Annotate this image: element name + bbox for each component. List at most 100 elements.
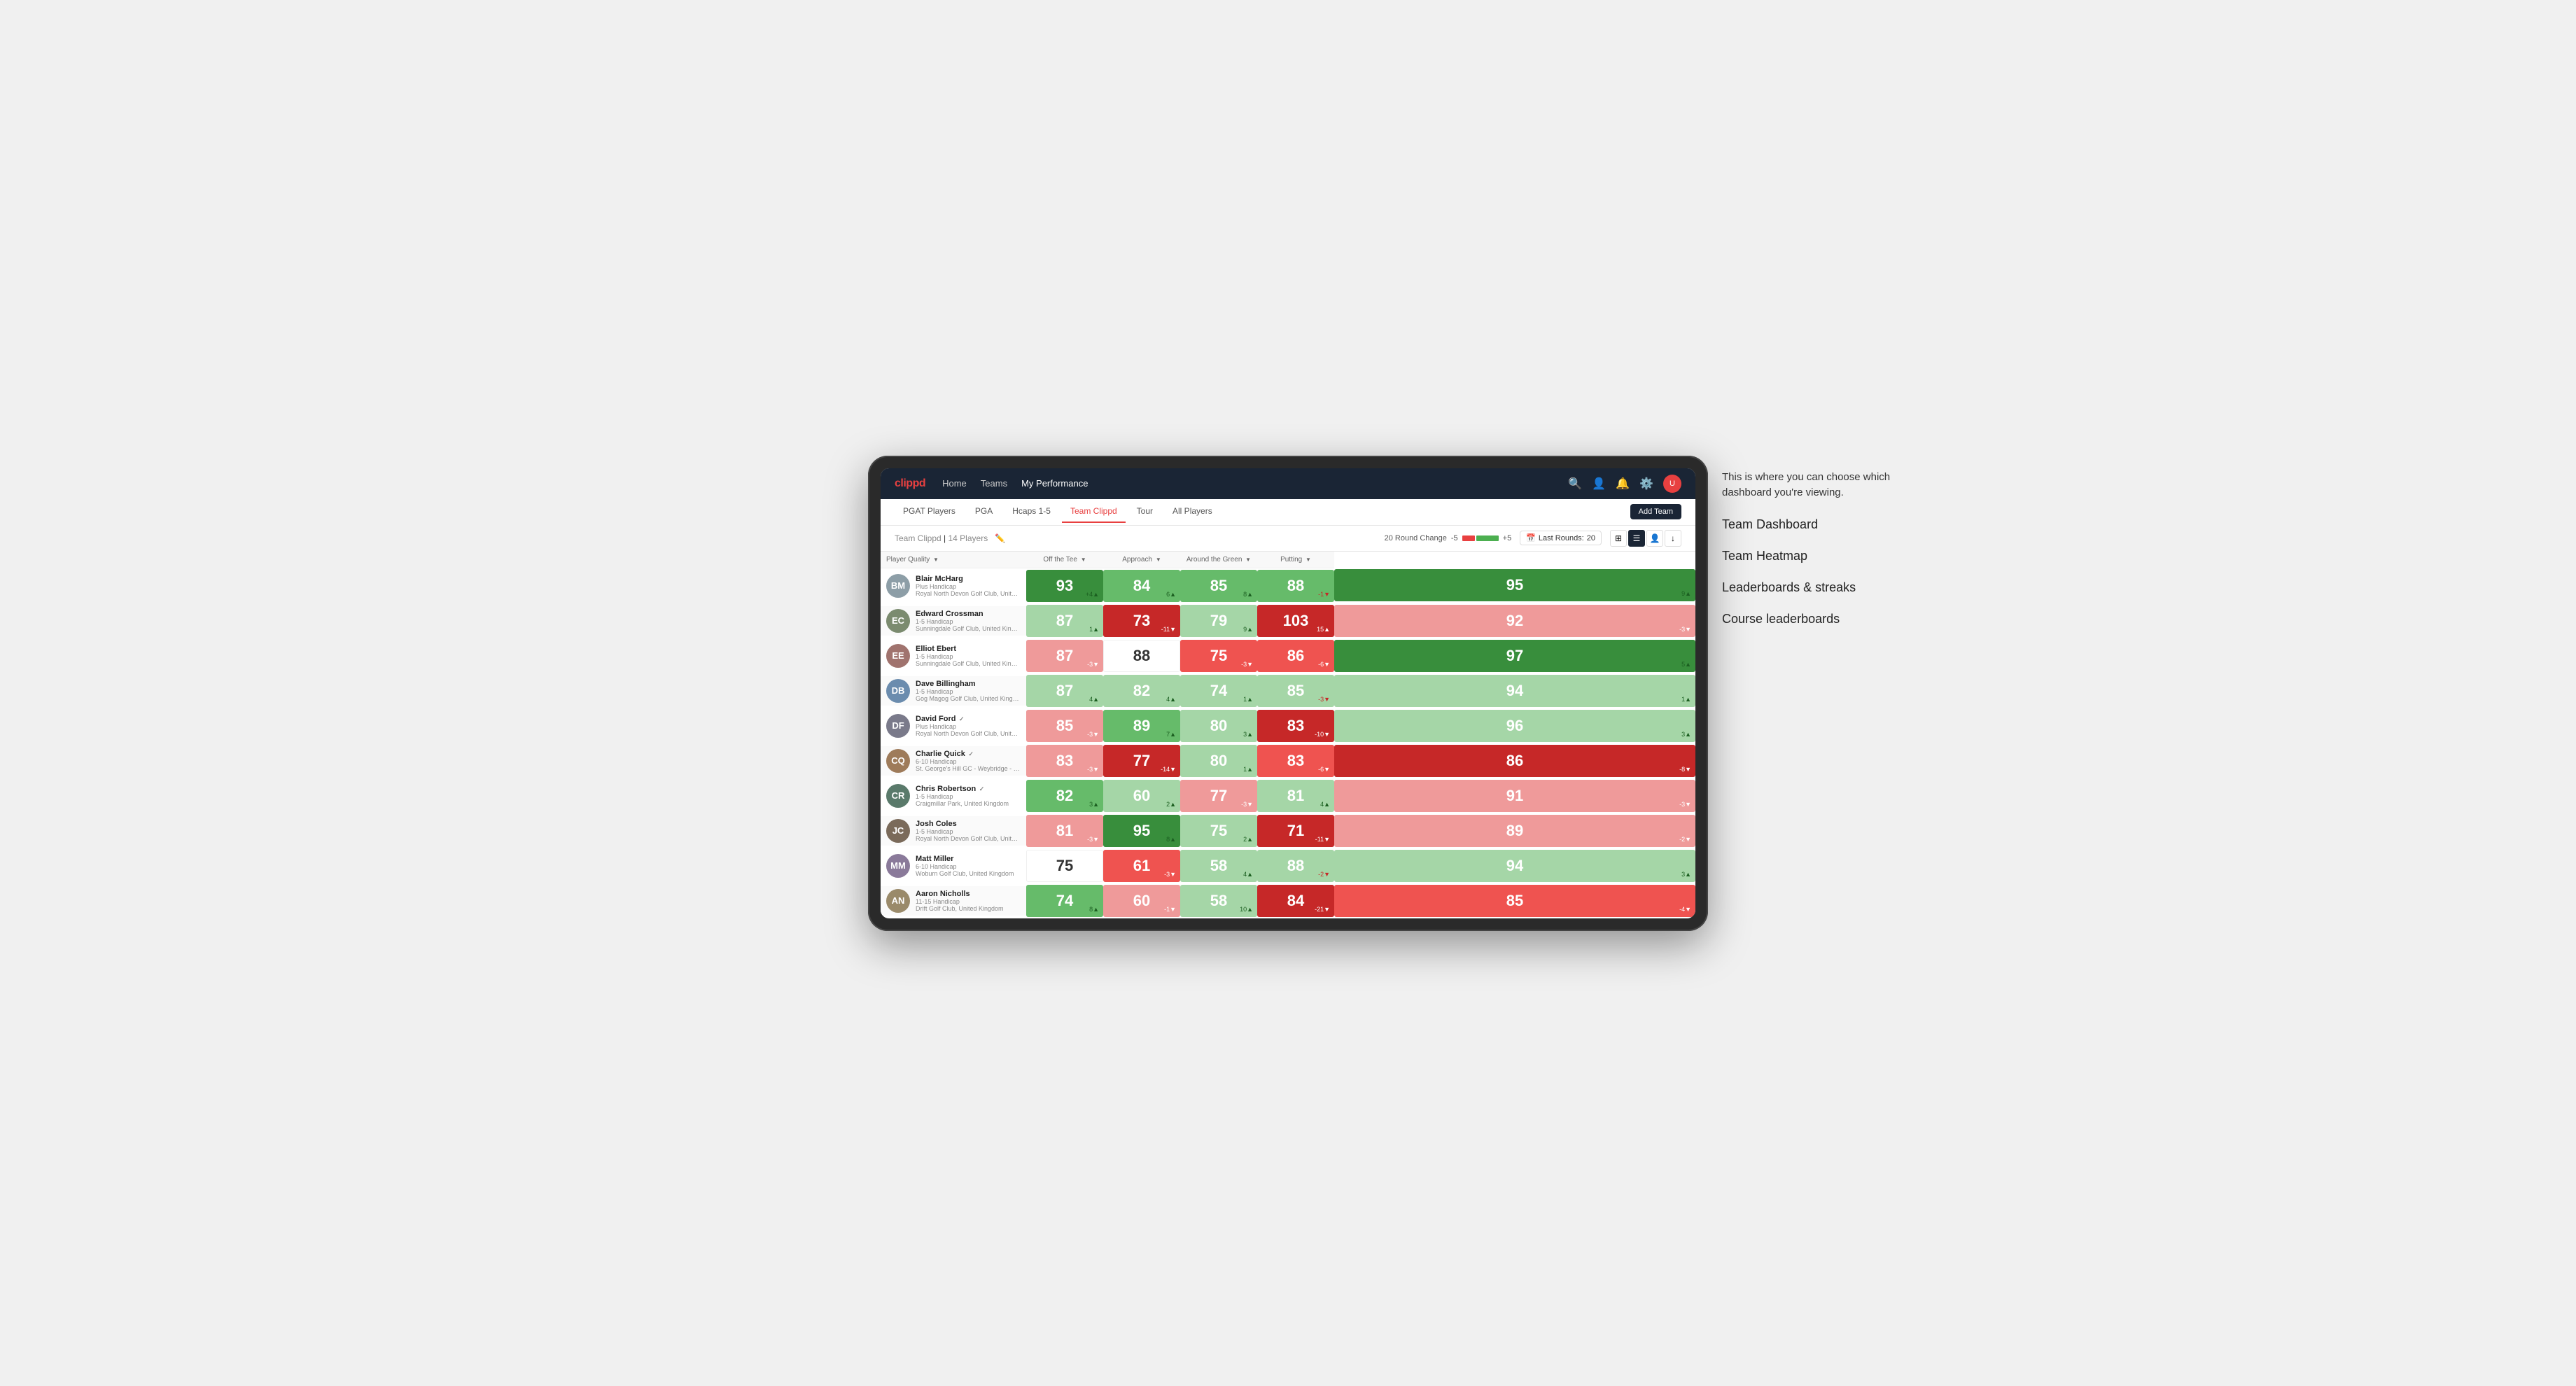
tab-all-players[interactable]: All Players [1164,500,1221,523]
nav-link-teams[interactable]: Teams [981,475,1007,491]
player-name: Elliot Ebert [916,645,1021,653]
score-box: 77 -14▼ [1103,745,1180,777]
player-info-cell[interactable]: JCJosh Coles1-5 HandicapRoyal North Devo… [881,816,1026,846]
sub-header: Team Clippd | 14 Players ✏️ 20 Round Cha… [881,526,1695,552]
score-cell: 91-3▼ [1334,778,1695,813]
table-row[interactable]: ANAaron Nicholls11-15 HandicapDrift Golf… [881,883,1695,918]
score-cell: 963▲ [1334,708,1695,743]
score-value: 84 [1133,577,1150,595]
tab-tour[interactable]: Tour [1128,500,1161,523]
edit-icon[interactable]: ✏️ [995,533,1005,543]
player-info-cell[interactable]: MMMatt Miller6-10 HandicapWoburn Golf Cl… [881,851,1026,881]
annotation-callout: This is where you can choose which dashb… [1722,470,1932,501]
score-box: 602▲ [1103,780,1180,812]
tab-pga[interactable]: PGA [967,500,1001,523]
score-change: +4▲ [1086,591,1099,598]
score-box: 958▲ [1103,815,1180,847]
add-team-button[interactable]: Add Team [1630,504,1681,519]
player-handicap: 1-5 Handicap [916,688,1021,695]
score-value: 73 [1133,612,1150,630]
score-box: 803▲ [1180,710,1257,742]
table-row[interactable]: MMMatt Miller6-10 HandicapWoburn Golf Cl… [881,848,1695,883]
nav-link-home[interactable]: Home [942,475,967,491]
score-cell: 803▲ [1180,708,1257,743]
tablet-screen: clippd Home Teams My Performance 🔍 👤 🔔 ⚙… [881,468,1695,918]
player-club: Woburn Golf Club, United Kingdom [916,870,1014,877]
player-text-info: Aaron Nicholls11-15 HandicapDrift Golf C… [916,890,1004,912]
player-info-cell[interactable]: ANAaron Nicholls11-15 HandicapDrift Golf… [881,886,1026,916]
score-box: 60-1▼ [1103,885,1180,917]
player-info-cell[interactable]: ECEdward Crossman1-5 HandicapSunningdale… [881,606,1026,636]
team-name: Team Clippd | 14 Players [895,533,988,543]
table-row[interactable]: JCJosh Coles1-5 HandicapRoyal North Devo… [881,813,1695,848]
table-row[interactable]: CQCharlie Quick ✓6-10 HandicapSt. George… [881,743,1695,778]
tab-team-clippd[interactable]: Team Clippd [1062,500,1126,523]
score-box: 86-6▼ [1257,640,1334,672]
player-text-info: Charlie Quick ✓6-10 HandicapSt. George's… [916,750,1021,772]
score-value: 77 [1133,752,1150,770]
settings-icon[interactable]: ⚙️ [1639,477,1653,491]
player-handicap: 1-5 Handicap [916,828,1021,835]
score-cell: 801▲ [1180,743,1257,778]
view-download-icon[interactable]: ↓ [1665,530,1681,547]
score-cell: 77 -14▼ [1103,743,1180,778]
verified-icon: ✓ [967,750,974,757]
view-person-icon[interactable]: 👤 [1646,530,1663,547]
tab-pgat-players[interactable]: PGAT Players [895,500,964,523]
table-row[interactable]: ECEdward Crossman1-5 HandicapSunningdale… [881,603,1695,638]
score-value: 75 [1210,647,1227,665]
avatar[interactable]: U [1663,475,1681,493]
verified-icon: ✓ [977,785,984,792]
player-text-info: Edward Crossman1-5 HandicapSunningdale G… [916,610,1021,632]
player-cell-container: ECEdward Crossman1-5 HandicapSunningdale… [881,603,1026,638]
score-box: 84 -21▼ [1257,885,1334,917]
score-change: 3▲ [1089,801,1099,808]
score-value: 80 [1210,717,1227,735]
score-change: 5▲ [1681,661,1691,668]
view-grid-icon[interactable]: ⊞ [1610,530,1627,547]
person-icon[interactable]: 👤 [1592,477,1606,491]
score-change: 4▲ [1243,871,1253,878]
player-info-cell[interactable]: DBDave Billingham1-5 HandicapGog Magog G… [881,676,1026,706]
table-row[interactable]: DBDave Billingham1-5 HandicapGog Magog G… [881,673,1695,708]
table-row[interactable]: BMBlair McHargPlus HandicapRoyal North D… [881,568,1695,603]
player-info-cell[interactable]: DFDavid Ford ✓Plus HandicapRoyal North D… [881,711,1026,741]
bell-icon[interactable]: 🔔 [1616,477,1630,491]
player-info-cell[interactable]: CQCharlie Quick ✓6-10 HandicapSt. George… [881,746,1026,776]
score-box: 801▲ [1180,745,1257,777]
score-cell: 748▲ [1026,883,1103,918]
score-change: -14▼ [1161,766,1176,773]
player-info-cell[interactable]: BMBlair McHargPlus HandicapRoyal North D… [881,571,1026,601]
score-cell: 89-2▼ [1334,813,1695,848]
score-value: 103 [1283,612,1309,630]
score-cell: 93+4▲ [1026,568,1103,603]
score-change: -3▼ [1164,871,1176,878]
score-box: 83-6▼ [1257,745,1334,777]
player-cell-container: DBDave Billingham1-5 HandicapGog Magog G… [881,673,1026,708]
table-row[interactable]: DFDavid Ford ✓Plus HandicapRoyal North D… [881,708,1695,743]
score-change: -21▼ [1315,906,1330,913]
last-rounds-button[interactable]: 📅 Last Rounds: 20 [1520,531,1602,545]
player-avatar: CR [886,784,910,808]
nav-link-myperformance[interactable]: My Performance [1021,475,1088,491]
score-value: 95 [1506,576,1523,594]
table-row[interactable]: EEElliot Ebert1-5 HandicapSunningdale Go… [881,638,1695,673]
score-change: 8▲ [1243,591,1253,598]
score-change: 1▲ [1681,696,1691,703]
score-value: 81 [1287,787,1304,805]
score-value: 84 [1287,892,1304,910]
score-box: 83-10▼ [1257,710,1334,742]
score-value: 87 [1056,612,1073,630]
player-avatar: BM [886,574,910,598]
score-value: 81 [1056,822,1073,840]
score-cell: 958▲ [1103,813,1180,848]
tab-hcaps-1-5[interactable]: Hcaps 1-5 [1004,500,1059,523]
player-info-cell[interactable]: EEElliot Ebert1-5 HandicapSunningdale Go… [881,641,1026,671]
table-row[interactable]: CR Chris Robertson ✓1-5 HandicapCraigmill… [881,778,1695,813]
score-change: -6▼ [1318,766,1330,773]
player-text-info: Chris Robertson ✓1-5 HandicapCraigmillar… [916,785,1009,807]
player-club: Craigmillar Park, United Kingdom [916,800,1009,807]
view-list-icon[interactable]: ☰ [1628,530,1645,547]
search-icon[interactable]: 🔍 [1568,477,1582,491]
player-info-cell[interactable]: CR Chris Robertson ✓1-5 HandicapCraigmill… [881,781,1026,811]
